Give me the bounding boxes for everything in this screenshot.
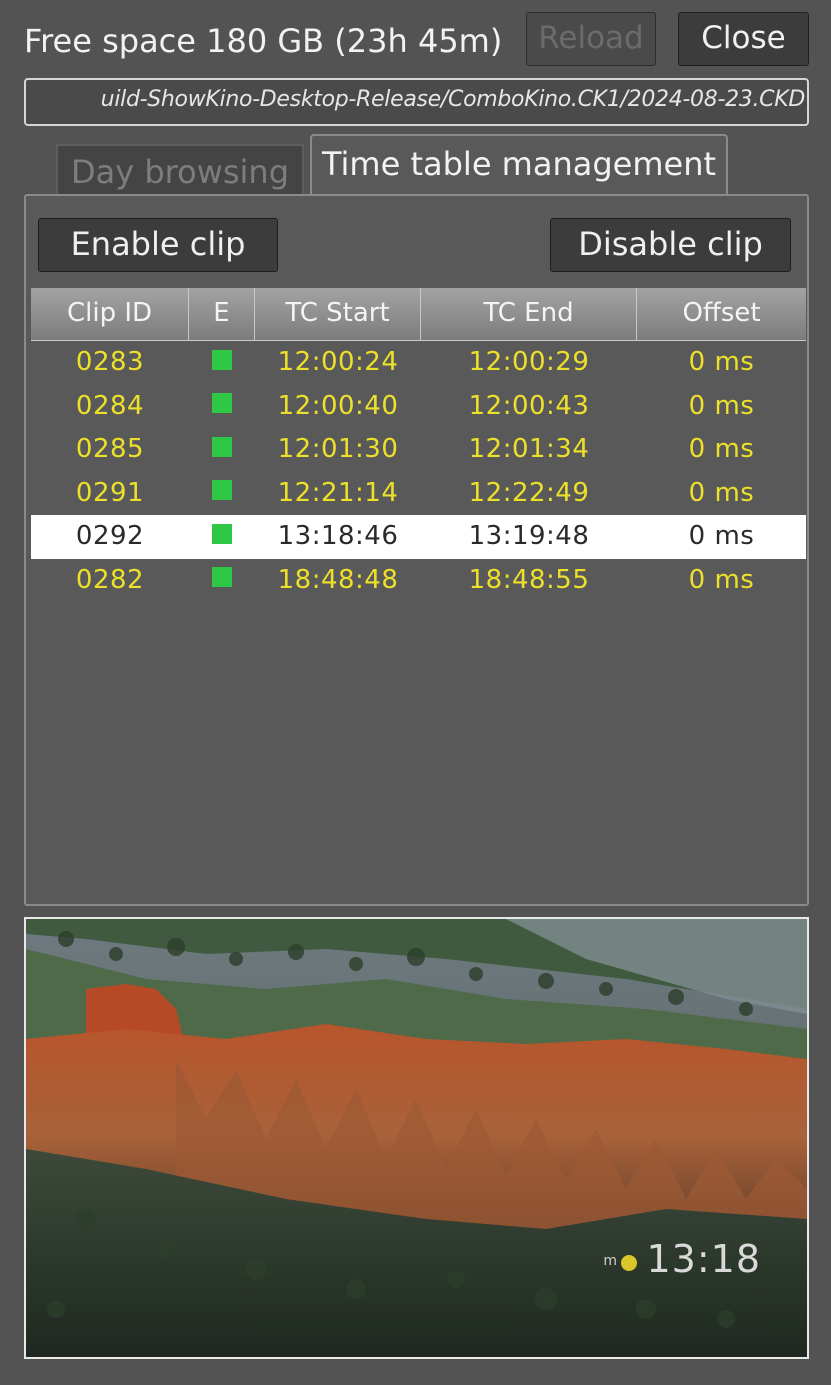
tab-day-browsing[interactable]: Day browsing [56,144,304,196]
clip-table: Clip ID E TC Start TC End Offset 0283 12:… [31,288,806,603]
path-value: uild-ShowKino-Desktop-Release/ComboKino.… [100,87,806,112]
offset-cell: 0 ms [688,477,755,508]
clock-prefix: m [603,1253,617,1269]
tab-bar: Day browsing Time table management [56,134,736,196]
tc-start-cell: 12:21:14 [277,477,399,508]
column-header-tc-start[interactable]: TC Start [255,288,421,340]
column-header-clip-id[interactable]: Clip ID [31,288,189,340]
clip-manager-window: Free space 180 GB (23h 45m) Reload Close… [0,0,831,1385]
time-table-panel: Enable clip Disable clip Clip ID E TC St… [24,194,809,906]
enabled-cell [189,341,255,385]
table-row[interactable]: 0292 13:18:46 13:19:48 0 ms [31,515,806,559]
tc-end-cell: 12:01:34 [468,434,590,465]
enabled-indicator-icon [212,523,232,544]
reload-button[interactable]: Reload [526,12,656,66]
offset-cell: 0 ms [688,521,755,552]
offset-cell: 0 ms [688,347,755,377]
enabled-cell [189,515,255,559]
enabled-indicator-icon [212,436,232,457]
table-header: Clip ID E TC Start TC End Offset [31,288,806,341]
clip-id-cell: 0283 [75,347,145,377]
enabled-cell [189,472,255,516]
column-header-tc-end[interactable]: TC End [421,288,637,340]
tc-start-cell: 12:00:40 [277,390,399,421]
enabled-cell [189,385,255,429]
offset-cell: 0 ms [688,390,755,421]
tc-start-cell: 12:00:24 [277,347,399,377]
enabled-cell [189,559,255,603]
enabled-indicator-icon [212,567,232,588]
tc-start-cell: 12:01:30 [277,434,399,465]
table-row[interactable]: 0285 12:01:30 12:01:34 0 ms [31,428,806,472]
tc-end-cell: 12:00:29 [468,347,590,377]
offset-cell: 0 ms [688,434,755,465]
header-bar: Free space 180 GB (23h 45m) Reload Close [22,12,809,68]
column-header-offset[interactable]: Offset [637,288,806,340]
enabled-indicator-icon [212,393,232,414]
disable-clip-button[interactable]: Disable clip [550,218,791,272]
clip-id-cell: 0285 [75,434,145,465]
table-row[interactable]: 0284 12:00:40 12:00:43 0 ms [31,385,806,429]
enabled-indicator-icon [212,480,232,501]
table-body: 0283 12:00:24 12:00:29 0 ms 0284 12:00:40 12:0… [31,341,806,603]
video-preview: m 13:18 [24,917,809,1359]
tc-start-cell: 13:18:46 [277,521,399,552]
tc-end-cell: 18:48:55 [468,564,590,595]
table-row[interactable]: 0283 12:00:24 12:00:29 0 ms [31,341,806,385]
status-dot-icon [621,1255,637,1271]
offset-cell: 0 ms [688,564,755,595]
tc-end-cell: 12:22:49 [468,477,590,508]
clip-id-cell: 0292 [75,521,145,552]
tc-start-cell: 18:48:48 [277,564,399,595]
close-button[interactable]: Close [678,12,809,66]
table-row[interactable]: 0282 18:48:48 18:48:55 0 ms [31,559,806,603]
clip-id-cell: 0282 [75,564,145,595]
free-space-label: Free space 180 GB (23h 45m) [24,22,503,60]
enabled-indicator-icon [212,349,232,370]
clip-id-cell: 0284 [75,390,145,421]
enable-clip-button[interactable]: Enable clip [38,218,278,272]
column-header-enabled[interactable]: E [189,288,255,340]
path-field[interactable]: uild-ShowKino-Desktop-Release/ComboKino.… [24,78,809,126]
tab-time-table-management[interactable]: Time table management [310,134,728,196]
tc-end-cell: 12:00:43 [468,390,590,421]
landscape-preview-image [26,919,807,1357]
table-row[interactable]: 0291 12:21:14 12:22:49 0 ms [31,472,806,516]
clip-id-cell: 0291 [75,477,145,508]
tc-end-cell: 13:19:48 [468,521,590,552]
enabled-cell [189,428,255,472]
preview-clock: 13:18 [646,1237,761,1281]
